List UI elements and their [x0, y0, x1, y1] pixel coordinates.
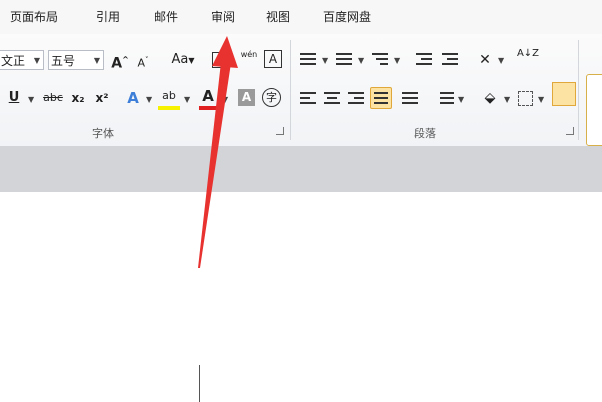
font-family-select[interactable]: 文正 ▼: [0, 50, 44, 70]
show-hide-marks-button[interactable]: [552, 82, 576, 106]
underline-button[interactable]: U: [6, 87, 22, 109]
superscript-button[interactable]: x²: [92, 87, 112, 109]
character-border-button[interactable]: A: [264, 50, 282, 68]
highlight-label: ab: [162, 89, 176, 102]
tab-references[interactable]: 引用: [96, 8, 120, 25]
paragraph-dialog-launcher-icon[interactable]: [566, 127, 574, 135]
align-center-icon[interactable]: [324, 92, 340, 107]
underline-label: U: [8, 90, 20, 105]
chevron-down-icon[interactable]: ▼: [358, 56, 364, 65]
font-color-button[interactable]: A: [200, 85, 216, 107]
decrease-indent-icon[interactable]: [416, 53, 432, 68]
highlight-color-swatch: [158, 106, 180, 110]
chevron-down-icon[interactable]: ▼: [222, 95, 228, 104]
chevron-down-icon[interactable]: ▼: [146, 95, 152, 104]
chevron-down-icon[interactable]: ▼: [28, 95, 34, 104]
tab-baidu-netdisk[interactable]: 百度网盘: [323, 8, 371, 25]
styles-gallery-partial[interactable]: [586, 74, 602, 146]
text-effects-label: A: [127, 89, 139, 107]
grow-font-label: A: [111, 55, 123, 72]
highlight-button[interactable]: ab: [158, 85, 180, 107]
change-case-label: Aa: [171, 52, 189, 67]
chevron-down-icon[interactable]: ▼: [322, 56, 328, 65]
borders-icon[interactable]: [518, 91, 533, 106]
bullets-icon[interactable]: [300, 53, 316, 68]
font-group-label: 字体: [92, 127, 114, 140]
font-color-label: A: [202, 87, 214, 105]
ribbon: 文正 ▼ 五号 ▼ A^ A˅ Aa▼ wén A U ▼ abc x₂ x² …: [0, 34, 602, 147]
multilevel-list-icon[interactable]: [372, 53, 388, 68]
sort-button[interactable]: A↓Z: [516, 48, 540, 70]
subscript-label: x₂: [71, 91, 85, 105]
numbering-icon[interactable]: [336, 53, 352, 68]
superscript-label: x²: [95, 91, 109, 105]
tab-view[interactable]: 视图: [266, 8, 290, 25]
chevron-down-icon[interactable]: ▼: [458, 95, 464, 104]
enclose-characters-button[interactable]: 字: [262, 88, 281, 107]
justify-icon: [374, 92, 388, 107]
line-spacing-icon[interactable]: [440, 92, 454, 107]
page-backdrop: [0, 146, 602, 193]
character-shading-label: A: [241, 90, 252, 104]
sort-label: A↓Z: [516, 48, 540, 59]
font-size-value: 五号: [51, 54, 76, 68]
shrink-font-label: A: [137, 56, 146, 70]
chevron-down-icon[interactable]: ▼: [394, 56, 400, 65]
enclose-characters-label: 字: [266, 91, 277, 104]
chevron-down-icon: ▼: [33, 56, 40, 65]
phonetic-label: wén: [240, 50, 258, 59]
align-right-icon[interactable]: [348, 92, 364, 107]
chevron-down-icon[interactable]: ▼: [184, 95, 190, 104]
change-case-button[interactable]: Aa▼: [168, 49, 198, 71]
subscript-button[interactable]: x₂: [68, 87, 88, 109]
increase-indent-icon[interactable]: [442, 53, 458, 68]
clear-formatting-icon[interactable]: [212, 52, 224, 68]
paragraph-group-label: 段落: [414, 127, 436, 140]
font-size-select[interactable]: 五号 ▼: [48, 50, 104, 70]
justify-button[interactable]: [370, 87, 392, 109]
ribbon-tab-bar: 页面布局 引用 邮件 审阅 视图 百度网盘: [0, 0, 602, 35]
page-margin-marker: [199, 365, 200, 402]
tab-review[interactable]: 审阅: [211, 8, 235, 25]
strikethrough-button[interactable]: abc: [40, 87, 66, 109]
group-divider: [290, 40, 291, 140]
chinese-layout-icon[interactable]: ✕: [474, 49, 496, 71]
strikethrough-label: abc: [43, 91, 63, 104]
align-left-icon[interactable]: [300, 92, 316, 107]
chevron-down-icon[interactable]: ▼: [498, 56, 504, 65]
grow-font-button[interactable]: A^: [110, 49, 130, 72]
font-color-swatch: [199, 106, 217, 110]
distributed-align-icon[interactable]: [402, 92, 418, 107]
tab-mailings[interactable]: 邮件: [154, 8, 178, 25]
character-border-label: A: [268, 52, 278, 66]
chevron-down-icon[interactable]: ▼: [504, 95, 510, 104]
paint-bucket-icon[interactable]: ⬙: [480, 87, 500, 109]
font-dialog-launcher-icon[interactable]: [276, 127, 284, 135]
character-shading-button[interactable]: A: [238, 89, 255, 106]
shrink-font-button[interactable]: A˅: [134, 49, 152, 71]
document-page[interactable]: [0, 192, 602, 402]
text-effects-button[interactable]: A: [124, 87, 142, 109]
font-family-value: 文正: [1, 54, 26, 68]
chevron-down-icon[interactable]: ▼: [538, 95, 544, 104]
chevron-down-icon: ▼: [93, 56, 100, 65]
group-divider: [578, 40, 579, 140]
tab-page-layout[interactable]: 页面布局: [10, 8, 58, 25]
phonetic-guide-button[interactable]: wén: [238, 48, 260, 70]
